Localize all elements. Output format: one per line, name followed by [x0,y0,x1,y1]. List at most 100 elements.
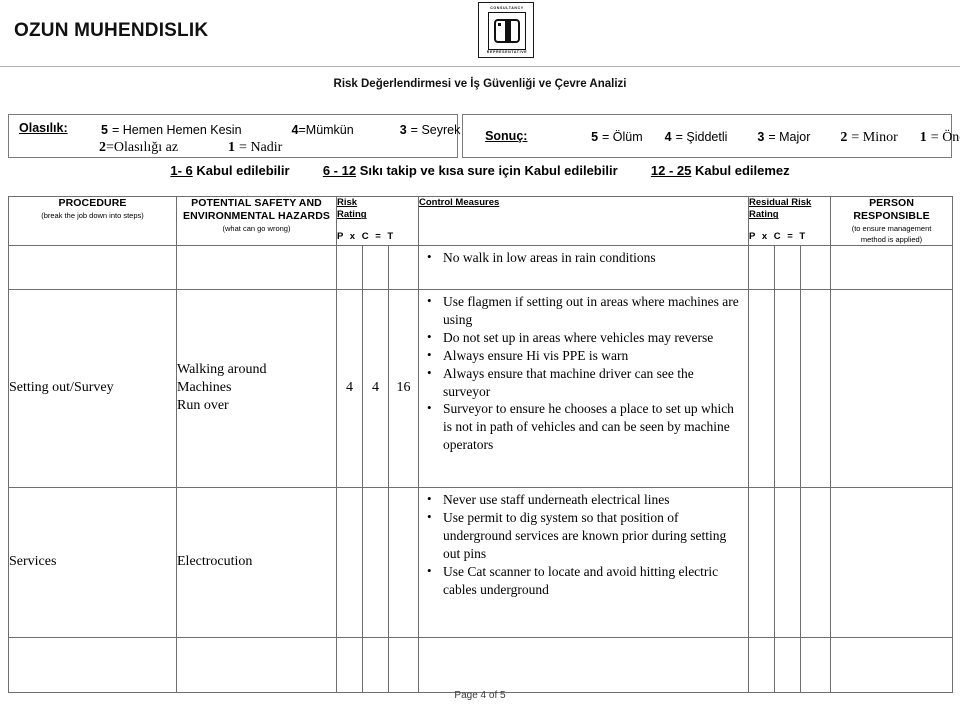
cell-residual-total [800,486,832,638]
stamp-label-bottom: REPRESENTATIVE [486,50,528,54]
table-header-row: PROCEDURE (break the job down into steps… [8,196,954,246]
cell-probability: 4 [336,288,363,488]
acceptable-text: Kabul edilebilir [196,163,290,178]
cell-residual-probability [748,244,776,290]
measure-item: Use Cat scanner to locate and avoid hitt… [427,562,744,599]
consequence-text-3: = Major [768,130,811,144]
header-procedure-title: PROCEDURE [58,197,127,209]
cell-consequence: 4 [362,288,389,488]
table-row [8,636,954,693]
cell-control-measures: Use flagmen if setting out in areas wher… [418,288,750,488]
measure-item: Do not set up in areas where vehicles ma… [427,328,744,347]
cell-procedure: Setting out/Survey [8,288,177,488]
risk-assessment-table: PROCEDURE (break the job down into steps… [8,196,954,693]
header-hazards: POTENTIAL SAFETY AND ENVIRONMENTAL HAZAR… [176,196,337,246]
cell-probability [336,244,363,290]
cell-residual-probability [748,486,776,638]
cell-hazards: Electrocution [176,486,337,638]
unacceptable-text: Kabul edilemez [695,163,790,178]
cell-total [387,486,420,638]
stamp-label-top: CONSULTANCY [490,6,524,10]
cell-control-measures [418,636,750,693]
hazard-line: Run over [177,398,229,414]
measures-list: No walk in low areas in rain conditions [419,246,748,271]
table-row: No walk in low areas in rain conditions [8,244,954,290]
probability-text-1: = Nadir [239,140,283,155]
header-hazards-sub: (what can go wrong) [222,224,291,234]
document-header: OZUN MUHENDISLIK CONSULTANCY REPRESENTAT… [0,0,960,66]
cell-residual-total [800,288,832,488]
measure-item: Never use staff underneath electrical li… [427,490,744,509]
acceptable-range: 1- 6 [170,163,193,178]
probability-text-3: = Seyrek [410,123,461,137]
probability-num-1: 1 [228,140,236,155]
header-risk-rating-line1: Risk [337,197,358,208]
cell-residual-consequence [774,244,802,290]
header-divider [0,66,960,67]
consequence-num-4: 4 [664,130,672,144]
measure-item: Surveyor to ensure he chooses a place to… [427,399,744,454]
header-procedure-sub: (break the job down into steps) [41,211,144,221]
probability-label: Olasılık: [19,121,68,135]
document-title: Risk Değerlendirmesi ve İş Güvenliği ve … [333,78,627,90]
measure-item: Use permit to dig system so that positio… [427,508,744,563]
company-name: OZUN MUHENDISLIK [14,20,209,41]
probability-text-5: = Hemen Hemen Kesin [111,123,242,137]
cell-total [387,244,420,290]
cell-consequence [362,636,389,693]
cell-procedure [8,636,177,693]
probability-text-4: =Mümkün [298,123,354,137]
stamp-inner-frame [488,12,526,50]
cell-residual-total [800,636,832,693]
probability-legend-box: Olasılık: 5 = Hemen Hemen Kesin 4=Mümkün… [8,114,460,158]
tolerable-range: 6 - 12 [322,163,357,178]
header-residual-formula: P x C = T [749,230,808,242]
cell-hazards [176,636,337,693]
unacceptable-range: 12 - 25 [650,163,692,178]
cell-consequence [362,244,389,290]
consequence-num-2: 2 [840,130,848,145]
cell-procedure: Services [8,486,177,638]
cell-residual-total [800,244,832,290]
consequence-num-1: 1 [919,130,927,145]
measures-list: Never use staff underneath electrical li… [419,488,748,603]
consequence-text-2: = Minor [851,130,898,145]
header-hazards-title: POTENTIAL SAFETY AND ENVIRONMENTAL HAZAR… [183,197,330,223]
cell-probability [336,486,363,638]
probability-num-3: 3 [399,123,407,137]
cell-total: 16 [387,288,420,488]
measure-item: Always ensure that machine driver can se… [427,364,744,401]
acceptability-band: 1- 6 Kabul edilebilir 6 - 12 Sıkı takip … [0,163,960,178]
consequence-num-5: 5 [591,130,599,144]
measure-item: Use flagmen if setting out in areas wher… [427,292,744,329]
cell-hazards: Walking around Machines Run over [176,288,337,488]
cell-residual-consequence [774,636,802,693]
probability-text-2: =Olasılığı az [106,140,179,155]
table-row: Setting out/Survey Walking around Machin… [8,288,954,488]
consequence-num-3: 3 [757,130,765,144]
header-residual-line2: Rating [749,209,779,221]
cell-person-responsible [830,244,954,290]
header-residual-risk: Residual Risk Rating P x C = T [748,196,832,246]
cell-residual-probability [748,288,776,488]
stamp-glyph-icon [494,19,520,43]
cell-consequence [362,486,389,638]
measures-list: Use flagmen if setting out in areas wher… [419,290,748,459]
probability-line-1: 5 = Hemen Hemen Kesin 4=Mümkün 3 = Seyre… [101,121,460,139]
hazard-line: Electrocution [177,554,253,570]
cell-control-measures: No walk in low areas in rain conditions [418,244,750,290]
cell-person-responsible [830,288,954,488]
legend-row: Olasılık: 5 = Hemen Hemen Kesin 4=Mümkün… [8,114,960,158]
measure-item: No walk in low areas in rain conditions [427,248,744,267]
consequence-legend-box: Sonuç: 5 = Ölüm 4 = Şiddetli 3 = Major 2… [462,114,960,158]
header-residual-line1: Residual Risk [749,197,812,208]
cell-residual-probability [748,636,776,693]
header-person-line2: RESPONSIBLE [853,210,930,223]
header-person-sub1: (to ensure management [851,224,932,234]
header-person-responsible: PERSON RESPONSIBLE (to ensure management… [830,196,954,246]
page-footer: Page 4 of 5 [454,690,506,701]
cell-residual-consequence [774,288,802,488]
table-body: No walk in low areas in rain conditions … [8,244,954,693]
probability-num-5: 5 [101,123,108,137]
tolerable-text: Sıkı takip ve kısa sure için Kabul edile… [359,163,618,178]
